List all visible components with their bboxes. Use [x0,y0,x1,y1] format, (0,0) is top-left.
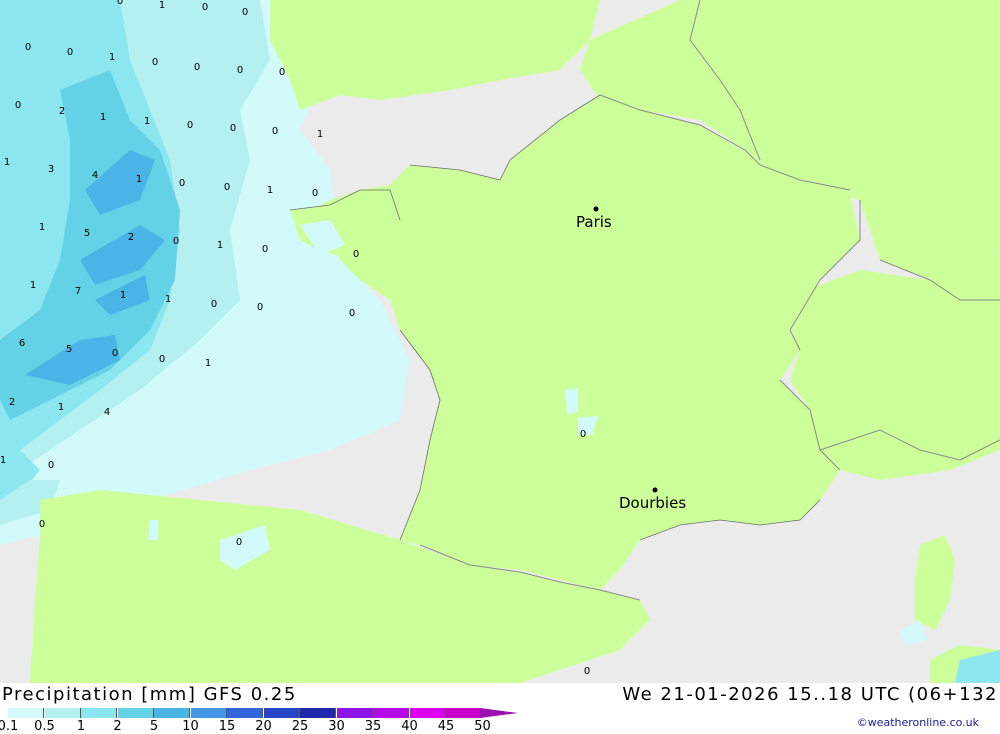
legend-swatch [336,708,373,718]
precip-value: 0 [67,47,73,58]
legend-label: 5 [149,719,159,734]
precip-value: 1 [144,116,150,127]
precip-value: 0 [15,100,21,111]
precip-value: 0 [117,0,123,7]
legend-label: 20 [255,719,272,734]
precip-value: 0 [580,429,586,440]
precip-value: 0 [257,302,263,313]
legend-arrow-icon [480,708,518,718]
legend-swatch [44,708,81,718]
precip-value: 2 [128,232,134,243]
precip-value: 4 [92,170,98,181]
precip-value: 0 [312,188,318,199]
precip-value: 3 [48,164,54,175]
credit-text[interactable]: ©weatheronline.co.uk [857,716,979,729]
legend-swatch [373,708,409,718]
precip-value: 0 [159,354,165,365]
legend-label: 0.1 [0,719,19,734]
precip-value: 0 [112,348,118,359]
city-label: Dourbies [619,494,686,512]
legend-label: 30 [328,719,345,734]
precip-value: 1 [267,185,273,196]
precip-value: 0 [279,67,285,78]
valid-time: We 21-01-2026 15..18 UTC (06+132 [622,684,998,705]
map-canvas: Paris Dourbies 0 1 0 0 0 0 1 0 0 0 0 0 2 1 1 0 0 0 1 1 3 4 1 0 0… [0,0,1000,683]
legend-swatch [263,708,300,718]
precip-value: 0 [262,244,268,255]
precip-value: 0 [236,537,242,548]
precip-value: 1 [0,455,6,466]
precip-value: 0 [237,65,243,76]
legend-label: 35 [364,719,382,734]
precip-value: 1 [4,157,10,168]
city-label: Paris [576,213,612,231]
precip-value: 0 [179,178,185,189]
precip-value: 0 [242,7,248,18]
legend-swatch [154,708,190,718]
precip-value: 5 [84,228,90,239]
precip-value: 2 [59,106,65,117]
precip-value: 4 [104,407,110,418]
precip-value: 1 [205,358,211,369]
precip-value: 0 [272,126,278,137]
precip-value: 0 [202,2,208,13]
legend-swatch [190,708,227,718]
precip-value: 0 [25,42,31,53]
precip-value: 1 [136,174,142,185]
precip-value: 6 [19,338,25,349]
precip-value: 1 [317,129,323,140]
precipitation-map[interactable]: Paris Dourbies 0 1 0 0 0 0 1 0 0 0 0 0 2 1 1 0 0 0 1 1 3 4 1 0 0… [0,0,1000,683]
legend-label: 10 [182,719,199,734]
precip-value: 1 [165,294,171,305]
legend-swatch [8,708,44,718]
legend-label: 40 [401,719,418,734]
legend-swatch [227,708,263,718]
precip-value: 0 [173,236,179,247]
precip-value: 1 [100,112,106,123]
precip-value: 1 [30,280,36,291]
precip-value: 2 [9,397,15,408]
legend-label: 45 [437,719,455,734]
city-dot [652,487,658,493]
legend-swatch [81,708,117,718]
legend-label: 25 [291,719,309,734]
legend-swatch [446,708,482,718]
precip-value: 1 [58,402,64,413]
precip-value: 0 [349,308,355,319]
city-dot [593,206,599,212]
precip-value: 0 [353,249,359,260]
precip-value: 0 [187,120,193,131]
precip-value: 0 [584,666,590,677]
precip-value: 0 [224,182,230,193]
precip-value: 7 [75,286,81,297]
credit-link[interactable]: ©weatheronline.co.uk [857,716,979,729]
legend-label: 2 [113,719,122,734]
precip-value: 1 [109,52,115,63]
precip-value: 0 [211,299,217,310]
legend-swatch [117,708,154,718]
legend-swatch [409,708,446,718]
precip-value: 0 [194,62,200,73]
legend-label: 1 [76,719,86,734]
precip-value: 0 [152,57,158,68]
precip-value: 1 [39,222,45,233]
precip-value: 1 [217,240,223,251]
legend-label: 50 [474,719,491,734]
precip-value: 5 [66,344,72,355]
legend-label: 15 [218,719,236,734]
precip-value: 0 [230,123,236,134]
legend-swatch [300,708,336,718]
precip-value: 0 [39,519,45,530]
legend-label: 0.5 [34,719,55,734]
map-title: Precipitation [mm] GFS 0.25 [2,684,297,705]
color-legend [8,708,528,718]
precip-value: 1 [120,290,126,301]
precip-value: 1 [159,0,165,11]
precip-value: 0 [48,460,54,471]
